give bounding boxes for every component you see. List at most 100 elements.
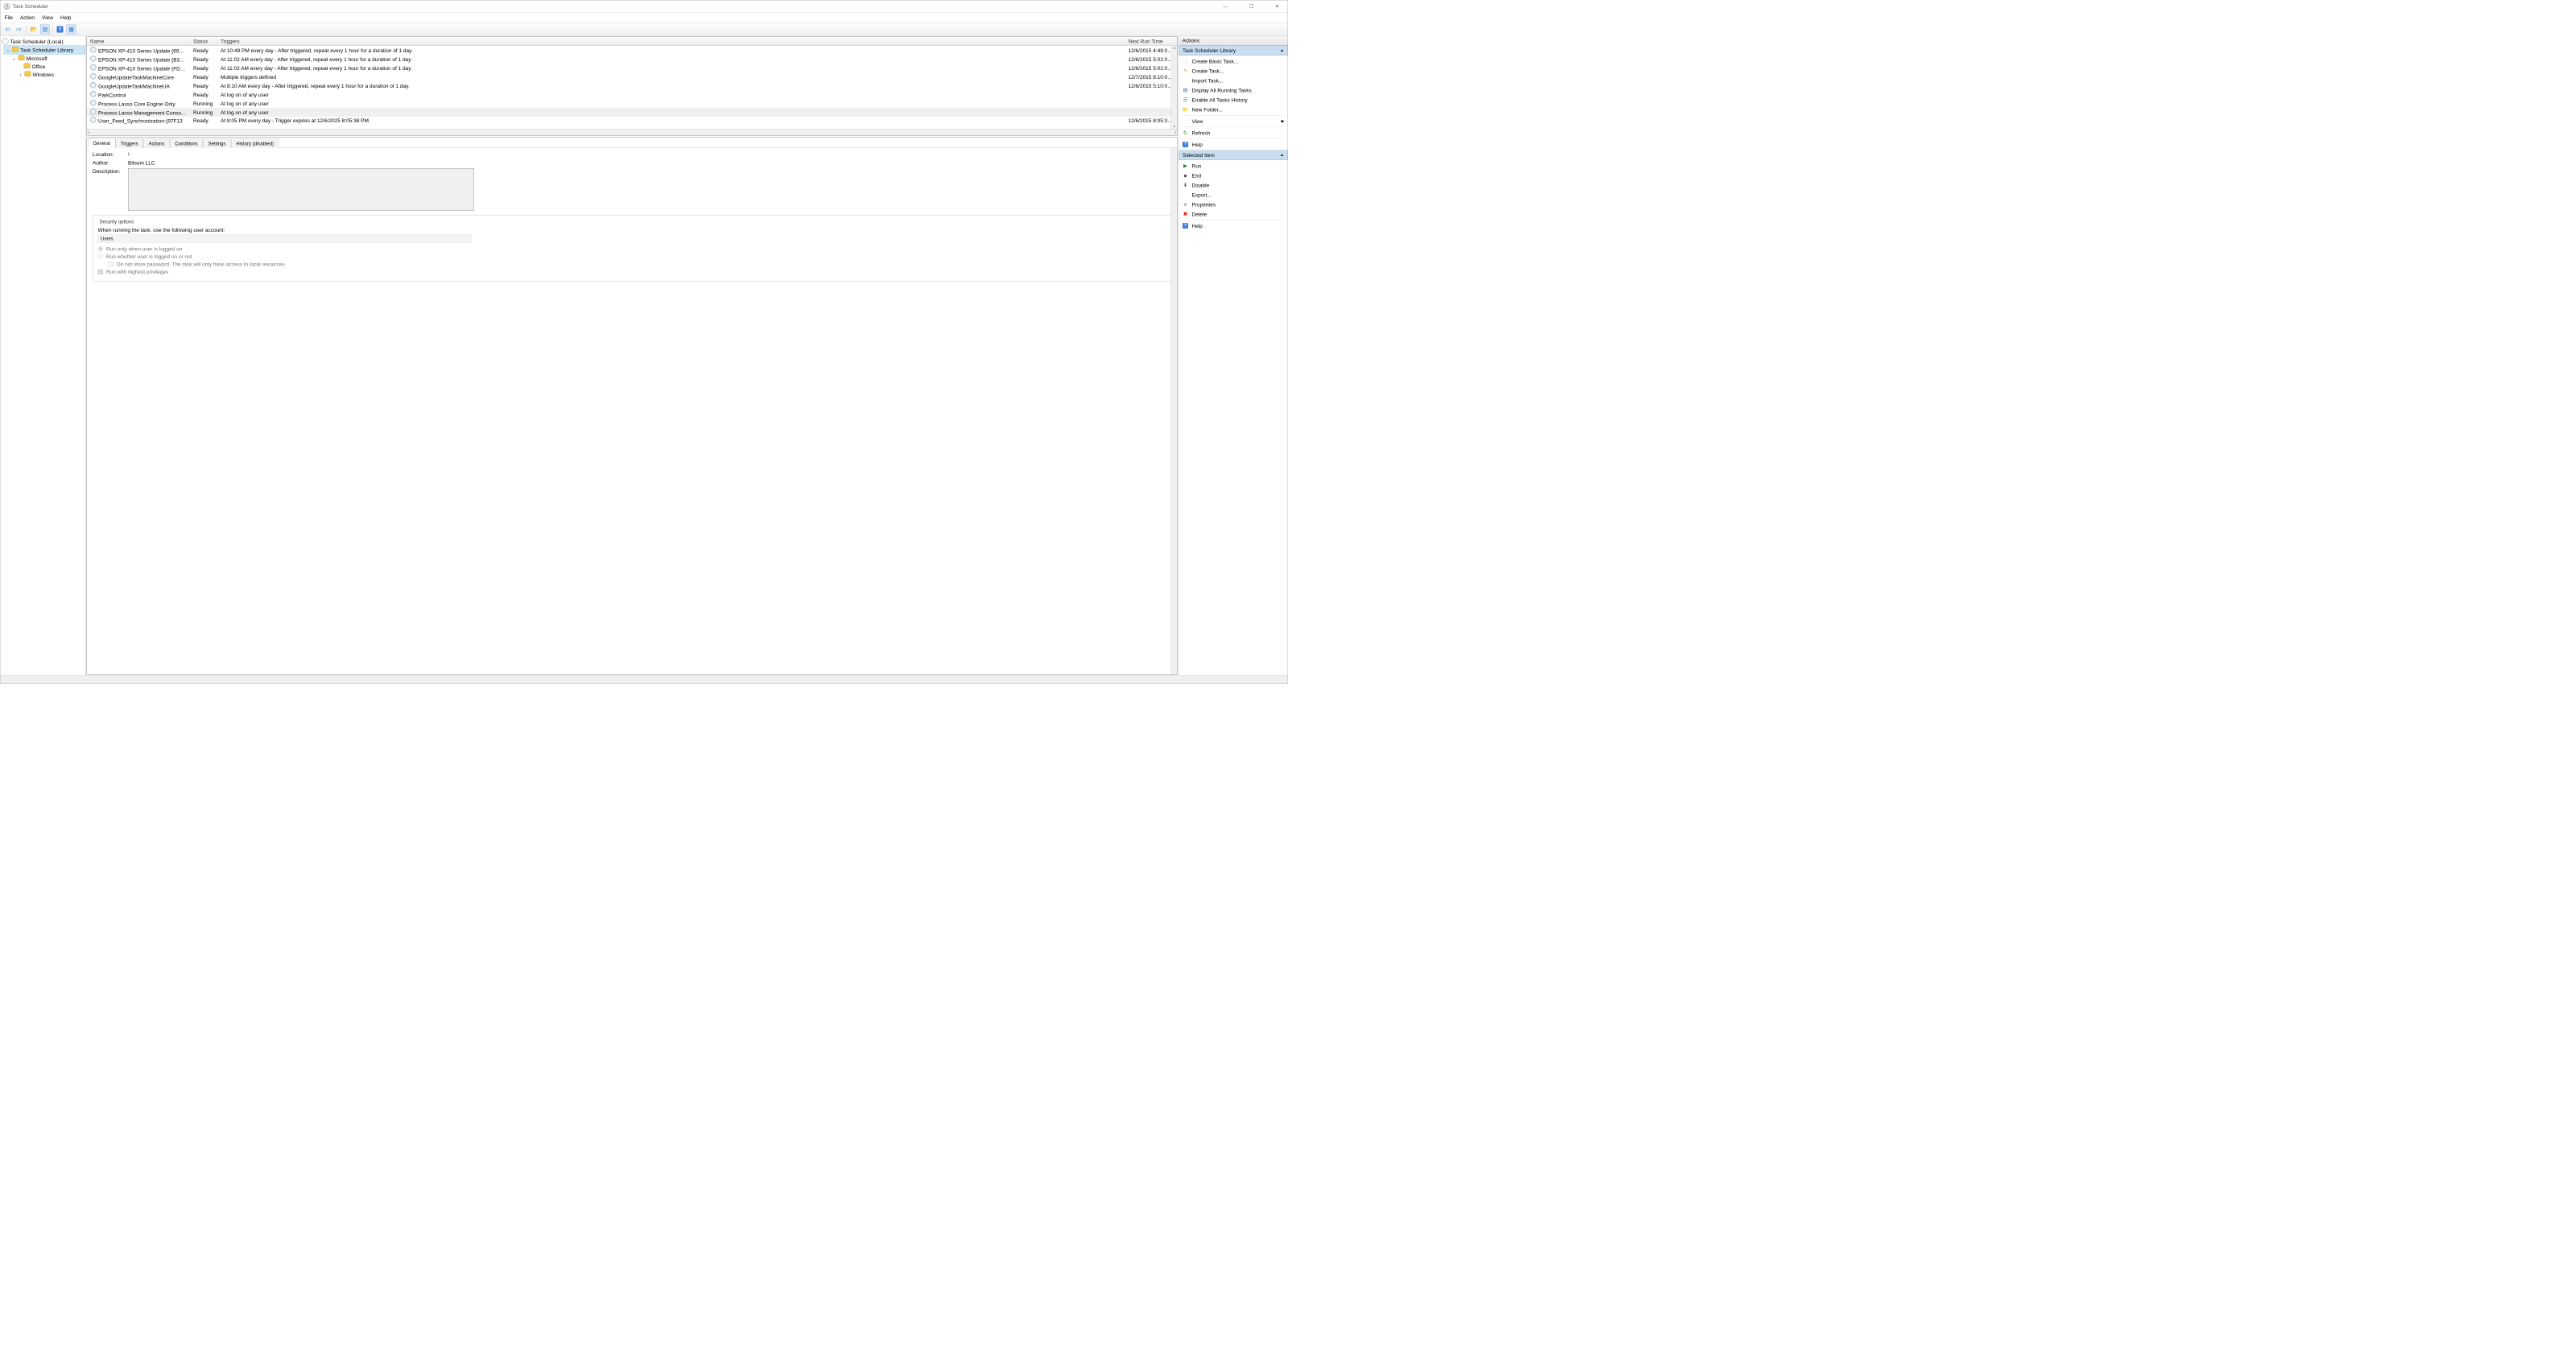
task-row[interactable]: Process Lasso Management Conso...Running… xyxy=(87,108,1178,117)
action-icon xyxy=(1183,192,1189,198)
close-button[interactable]: ✕ xyxy=(1270,3,1285,10)
col-triggers[interactable]: Triggers xyxy=(217,37,1125,46)
tree-library[interactable]: ⌄ Task Scheduler Library xyxy=(4,46,86,55)
expand-icon[interactable]: ⌄ xyxy=(6,47,10,53)
up-button[interactable] xyxy=(29,24,39,34)
action-item[interactable]: Create Task... xyxy=(1179,66,1288,76)
task-row[interactable]: User_Feed_Synchronization-{97F13ReadyAt … xyxy=(87,117,1178,124)
run-whether-radio[interactable]: Run whether user is logged on or not xyxy=(98,253,1167,260)
task-icon xyxy=(90,47,97,53)
action-item[interactable]: Create Basic Task... xyxy=(1179,56,1288,66)
vertical-scrollbar[interactable] xyxy=(1171,148,1178,674)
action-label: Run xyxy=(1192,163,1202,169)
vertical-scrollbar[interactable]: ^⌄ xyxy=(1171,46,1178,129)
nav-tree[interactable]: Task Scheduler (Local) ⌄ Task Scheduler … xyxy=(1,36,86,676)
action-icon xyxy=(1183,106,1189,113)
show-actions-button[interactable] xyxy=(67,24,76,34)
folder-icon xyxy=(24,64,31,70)
action-item[interactable]: Help xyxy=(1179,140,1288,150)
action-item[interactable]: Refresh xyxy=(1179,128,1288,138)
task-icon xyxy=(90,109,97,115)
task-row[interactable]: ParkControlReadyAt log on of any user xyxy=(87,90,1178,99)
task-icon xyxy=(90,56,97,62)
action-label: End xyxy=(1192,172,1202,179)
action-item[interactable]: End xyxy=(1179,171,1288,180)
action-item[interactable]: Display All Running Tasks xyxy=(1179,85,1288,95)
actions-list-library: Create Basic Task... Create Task... Import… xyxy=(1179,56,1288,150)
security-legend: Security options xyxy=(98,219,136,225)
description-label: Description: xyxy=(93,168,128,175)
action-item[interactable]: New Folder... xyxy=(1179,105,1288,114)
action-item[interactable]: Properties xyxy=(1179,200,1288,209)
highest-priv-check[interactable]: Run with highest privileges xyxy=(98,269,1167,275)
task-status: Ready xyxy=(190,74,217,80)
expand-icon[interactable]: ⌄ xyxy=(12,56,17,62)
action-item[interactable]: Help xyxy=(1179,221,1288,231)
collapse-icon[interactable]: ▲ xyxy=(1280,48,1284,53)
description-box[interactable] xyxy=(128,168,474,211)
col-status[interactable]: Status xyxy=(190,37,217,46)
actions-section-selected[interactable]: Selected Item ▲ xyxy=(1179,150,1288,161)
task-trigger: At 8:05 PM every day - Trigger expires a… xyxy=(217,117,1125,124)
submenu-icon: ▶ xyxy=(1282,119,1285,124)
properties-button[interactable] xyxy=(40,24,50,34)
task-row[interactable]: EPSON XP-410 Series Update {FDA...ReadyA… xyxy=(87,64,1178,72)
col-next-run[interactable]: Next Run Time xyxy=(1125,37,1178,46)
menu-file[interactable]: File xyxy=(5,14,13,21)
security-account-label: When running the task, use the following… xyxy=(98,227,1167,233)
tab-settings[interactable]: Settings xyxy=(203,139,231,149)
task-row[interactable]: EPSON XP-410 Series Update {B334...Ready… xyxy=(87,55,1178,64)
minimize-button[interactable]: — xyxy=(1219,3,1233,10)
task-name: User_Feed_Synchronization-{97F13 xyxy=(98,118,183,125)
action-label: Disable xyxy=(1192,182,1210,188)
action-item[interactable]: Disable xyxy=(1179,180,1288,190)
forward-button[interactable] xyxy=(14,24,24,34)
action-icon xyxy=(1183,68,1189,74)
task-list[interactable]: Name Status Triggers Next Run Time EPSON… xyxy=(87,37,1179,136)
action-item[interactable]: View ▶ xyxy=(1179,117,1288,126)
collapse-icon[interactable]: ▲ xyxy=(1280,153,1284,158)
task-next-run: 12/7/2015 8:10:00 A xyxy=(1125,74,1178,80)
task-row[interactable]: Process Lasso Core Engine OnlyRunningAt … xyxy=(87,99,1178,108)
action-item[interactable]: Run xyxy=(1179,161,1288,171)
tab-actions[interactable]: Actions xyxy=(143,139,170,149)
tree-root[interactable]: Task Scheduler (Local) xyxy=(1,38,86,46)
actions-title: Actions xyxy=(1179,36,1288,46)
main-window: Task Scheduler — ☐ ✕ File Action View He… xyxy=(0,0,1288,684)
task-icon xyxy=(90,82,97,89)
status-bar xyxy=(1,676,1288,684)
col-name[interactable]: Name xyxy=(87,37,190,46)
menu-action[interactable]: Action xyxy=(20,14,35,21)
tab-conditions[interactable]: Conditions xyxy=(170,139,203,149)
separator xyxy=(1183,127,1285,128)
task-row[interactable]: EPSON XP-410 Series Update {6923...Ready… xyxy=(87,46,1178,55)
action-label: Create Task... xyxy=(1192,68,1224,74)
task-row[interactable]: GoogleUpdateTaskMachineUAReadyAt 8:10 AM… xyxy=(87,81,1178,90)
task-name: GoogleUpdateTaskMachineUA xyxy=(98,84,170,90)
menu-view[interactable]: View xyxy=(42,14,53,21)
titlebar: Task Scheduler — ☐ ✕ xyxy=(1,1,1288,13)
action-item[interactable]: Export... xyxy=(1179,190,1288,200)
actions-section-library[interactable]: Task Scheduler Library ▲ xyxy=(1179,46,1288,56)
action-item[interactable]: Import Task... xyxy=(1179,76,1288,85)
menu-help[interactable]: Help xyxy=(60,14,71,21)
tree-windows[interactable]: › Windows xyxy=(17,71,86,79)
expand-icon[interactable]: › xyxy=(19,72,23,78)
location-value: \ xyxy=(128,151,1172,158)
maximize-button[interactable]: ☐ xyxy=(1245,3,1259,10)
tab-history[interactable]: History (disabled) xyxy=(231,139,279,149)
no-store-password-check[interactable]: Do not store password. The task will onl… xyxy=(109,262,1167,268)
action-icon xyxy=(1183,58,1189,64)
tree-microsoft[interactable]: ⌄ Microsoft xyxy=(10,55,86,63)
task-row[interactable]: GoogleUpdateTaskMachineCoreReadyMultiple… xyxy=(87,72,1178,81)
run-only-logged-radio[interactable]: Run only when user is logged on xyxy=(98,246,1167,253)
horizontal-scrollbar[interactable]: ‹› xyxy=(87,129,1178,135)
tab-general[interactable]: General xyxy=(88,138,115,148)
back-button[interactable] xyxy=(3,24,13,34)
action-item[interactable]: Delete xyxy=(1179,209,1288,219)
action-label: View xyxy=(1192,118,1203,125)
help-button[interactable] xyxy=(56,24,65,34)
action-item[interactable]: Enable All Tasks History xyxy=(1179,95,1288,105)
tab-triggers[interactable]: Triggers xyxy=(115,139,143,149)
tree-office[interactable]: Office xyxy=(23,63,86,71)
